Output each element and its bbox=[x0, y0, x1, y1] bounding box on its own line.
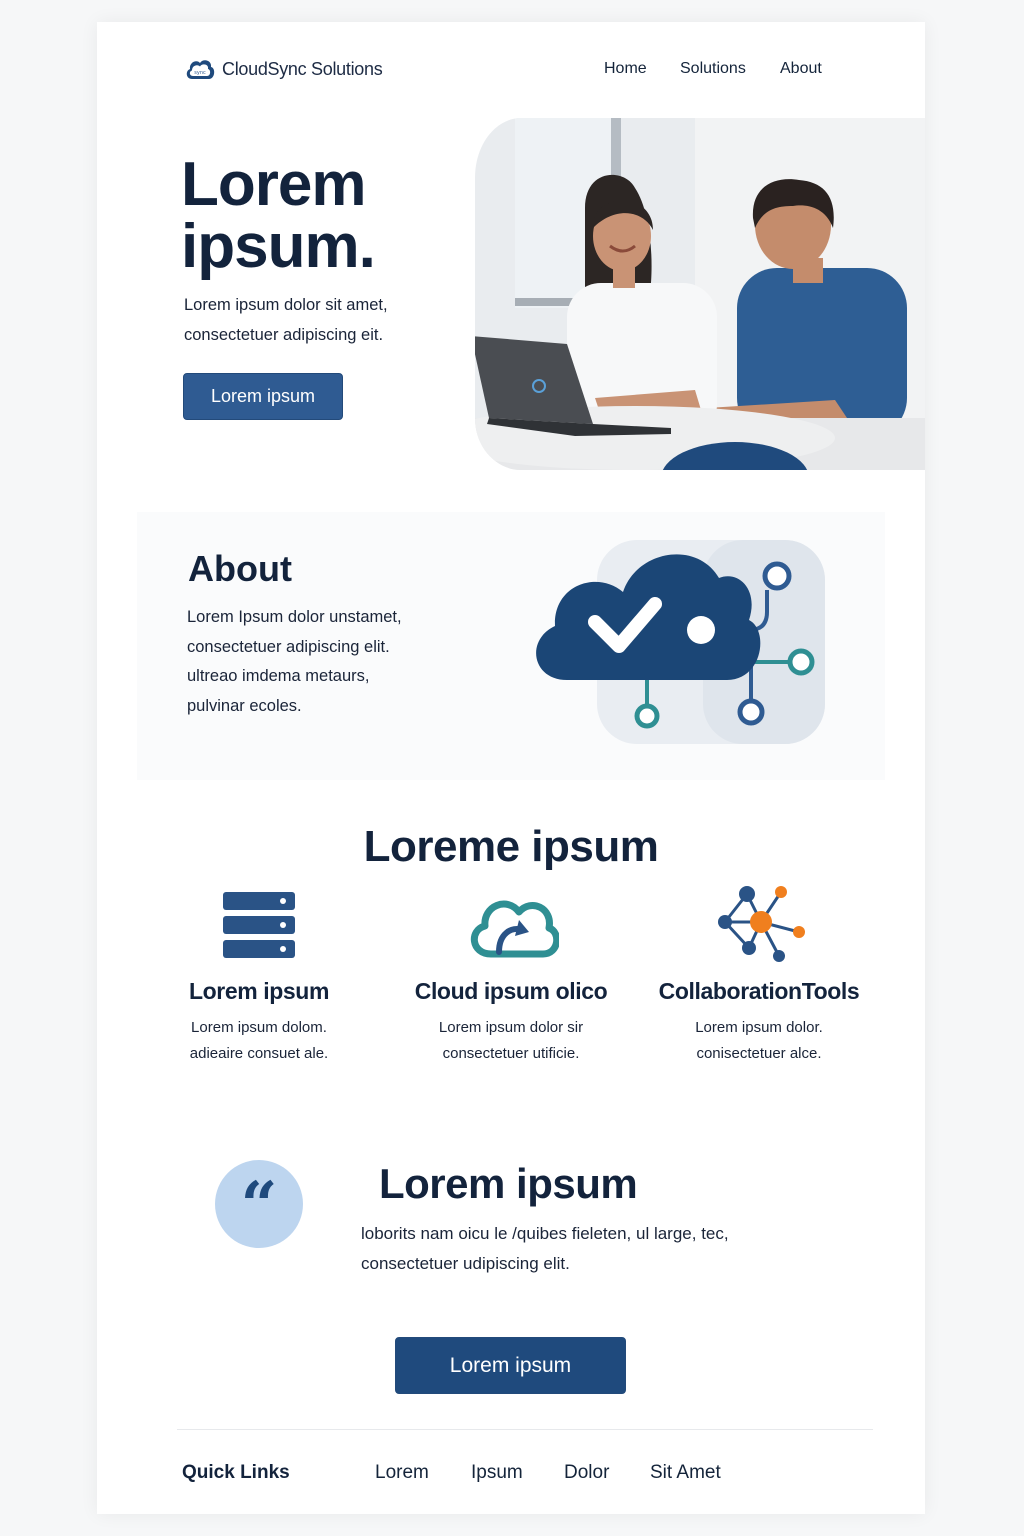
feature-card: Lorem ipsum Lorem ipsum dolom. adieaire … bbox=[139, 882, 379, 1067]
footer-link-lorem[interactable]: Lorem bbox=[375, 1462, 429, 1484]
feature-desc-line: conisectetuer alce. bbox=[696, 1045, 822, 1062]
hero-text-line1: Lorem ipsum dolor sit amet, bbox=[184, 296, 388, 314]
testimonial-title: Lorem ipsum bbox=[379, 1160, 638, 1207]
feature-desc-line: consectetuer utificie. bbox=[442, 1045, 580, 1062]
nav-about[interactable]: About bbox=[780, 60, 822, 78]
feature-title: Cloud ipsum olico bbox=[391, 978, 631, 1005]
footer-link-dolor[interactable]: Dolor bbox=[564, 1462, 609, 1484]
about-title: About bbox=[188, 548, 292, 589]
hero-title-line1: Lorem bbox=[181, 150, 366, 219]
hero-title: Lorem ipsum. bbox=[181, 154, 376, 281]
nav-solutions[interactable]: Solutions bbox=[680, 60, 746, 78]
about-line: ultreao imdema metaurs, bbox=[187, 667, 370, 685]
feature-title: Lorem ipsum bbox=[188, 978, 329, 1004]
testimonial-text: loborits nam oicu le /quibes fieleten, u… bbox=[361, 1219, 801, 1278]
hero-photo-two-people-laptop bbox=[475, 118, 925, 470]
testimonial-line: consectetuer udipiscing elit. bbox=[361, 1253, 570, 1273]
quote-mark-icon: “ bbox=[215, 1160, 303, 1248]
cta-button[interactable]: Lorem ipsum bbox=[395, 1337, 626, 1394]
about-line: Lorem Ipsum dolor unstamet, bbox=[187, 608, 402, 626]
feature-desc-line: Lorem ipsum dolor. bbox=[695, 1019, 823, 1036]
cloud-sync-icon bbox=[471, 900, 559, 958]
hero-description: Lorem ipsum dolor sit amet, consectetuer… bbox=[184, 290, 444, 350]
hero-cta-button[interactable]: Lorem ipsum bbox=[183, 373, 343, 420]
page: sync CloudSync Solutions Home Solutions … bbox=[97, 22, 925, 1514]
network-icon bbox=[718, 886, 805, 962]
nav-home[interactable]: Home bbox=[604, 60, 647, 78]
cloud-check-network-icon bbox=[536, 540, 825, 744]
feature-description: Lorem ipsum dolom. adieaire consuet ale. bbox=[139, 1015, 379, 1067]
footer-link-sit-amet[interactable]: Sit Amet bbox=[650, 1462, 721, 1484]
about-line: consectetuer adipiscing elit. bbox=[187, 637, 390, 656]
feature-desc-line: Lorem ipsum dolor sir bbox=[438, 1019, 584, 1036]
brand-name[interactable]: CloudSync Solutions bbox=[222, 59, 383, 80]
footer-divider bbox=[177, 1429, 873, 1430]
hero-text-line2: consectetuer adipiscing eit. bbox=[184, 326, 384, 344]
feature-desc-line: adieaire consuet ale. bbox=[189, 1045, 329, 1062]
cloud-logo-icon: sync bbox=[186, 60, 215, 79]
feature-description: Lorem ipsum dolor sir consectetuer utifi… bbox=[391, 1015, 631, 1067]
svg-text:sync: sync bbox=[194, 70, 206, 76]
feature-title-text: Cloud ipsum olico bbox=[414, 978, 608, 1004]
features-title: Loreme ipsum bbox=[363, 822, 659, 871]
feature-card: CollaborationTools Lorem ipsum dolor. co… bbox=[639, 882, 879, 1067]
about-description: Lorem Ipsum dolor unstamet, consectetuer… bbox=[187, 603, 457, 721]
footer-quick-links-label: Quick Links bbox=[182, 1462, 290, 1483]
footer-link-ipsum[interactable]: Ipsum bbox=[471, 1462, 523, 1484]
feature-title: CollaborationTools bbox=[658, 978, 860, 1004]
feature-card: Cloud ipsum olico Lorem ipsum dolor sir … bbox=[391, 882, 631, 1067]
testimonial-line: loborits nam oicu le /quibes fieleten, u… bbox=[361, 1224, 729, 1243]
quote-mark: “ bbox=[240, 1168, 278, 1243]
about-line: pulvinar ecoles. bbox=[187, 696, 302, 715]
feature-desc-line: Lorem ipsum dolom. bbox=[191, 1019, 327, 1036]
server-icon bbox=[223, 892, 295, 958]
hero-title-line2: ipsum. bbox=[181, 212, 376, 281]
feature-description: Lorem ipsum dolor. conisectetuer alce. bbox=[639, 1015, 879, 1067]
